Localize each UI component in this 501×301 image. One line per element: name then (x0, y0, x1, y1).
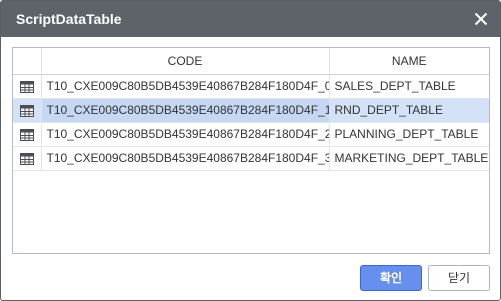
data-table: CODE NAME T10_CXE009C80B5DB4539E40867B28… (13, 48, 489, 171)
dialog-titlebar[interactable]: ScriptDataTable (1, 1, 500, 37)
table-row[interactable]: T10_CXE009C80B5DB4539E40867B284F180D4F_3… (13, 146, 489, 171)
table-icon (19, 128, 34, 141)
row-name-cell[interactable]: SALES_DEPT_TABLE (329, 74, 489, 99)
row-icon-cell (13, 122, 42, 147)
row-icon-cell (13, 74, 42, 99)
column-header-code[interactable]: CODE (41, 48, 330, 75)
close-icon (474, 12, 488, 26)
close-dialog-button[interactable]: 닫기 (428, 265, 490, 291)
script-data-table-dialog: ScriptDataTable CODE NAME T10_CXE009C80B… (0, 0, 501, 301)
dialog-title: ScriptDataTable (16, 11, 122, 27)
row-code-cell[interactable]: T10_CXE009C80B5DB4539E40867B284F180D4F_3 (41, 146, 330, 171)
close-button[interactable] (468, 6, 494, 32)
confirm-button[interactable]: 확인 (360, 265, 422, 291)
row-icon-cell (13, 98, 42, 123)
table-row[interactable]: T10_CXE009C80B5DB4539E40867B284F180D4F_2… (13, 122, 489, 147)
data-table-grid[interactable]: CODE NAME T10_CXE009C80B5DB4539E40867B28… (12, 47, 490, 254)
table-row[interactable]: T10_CXE009C80B5DB4539E40867B284F180D4F_0… (13, 74, 489, 99)
row-name-cell[interactable]: PLANNING_DEPT_TABLE (329, 122, 489, 147)
row-code-cell[interactable]: T10_CXE009C80B5DB4539E40867B284F180D4F_0 (41, 74, 330, 99)
table-row[interactable]: T10_CXE009C80B5DB4539E40867B284F180D4F_1… (13, 98, 489, 123)
row-name-cell[interactable]: RND_DEPT_TABLE (329, 98, 489, 123)
table-header-row: CODE NAME (13, 48, 489, 75)
table-icon (19, 104, 34, 117)
row-name-cell[interactable]: MARKETING_DEPT_TABLE (329, 146, 489, 171)
table-icon (19, 80, 34, 93)
row-icon-cell (13, 146, 42, 171)
row-code-cell[interactable]: T10_CXE009C80B5DB4539E40867B284F180D4F_1 (41, 98, 330, 123)
column-header-icon (13, 48, 42, 75)
table-icon (19, 152, 34, 165)
row-code-cell[interactable]: T10_CXE009C80B5DB4539E40867B284F180D4F_2 (41, 122, 330, 147)
column-header-name[interactable]: NAME (329, 48, 489, 75)
